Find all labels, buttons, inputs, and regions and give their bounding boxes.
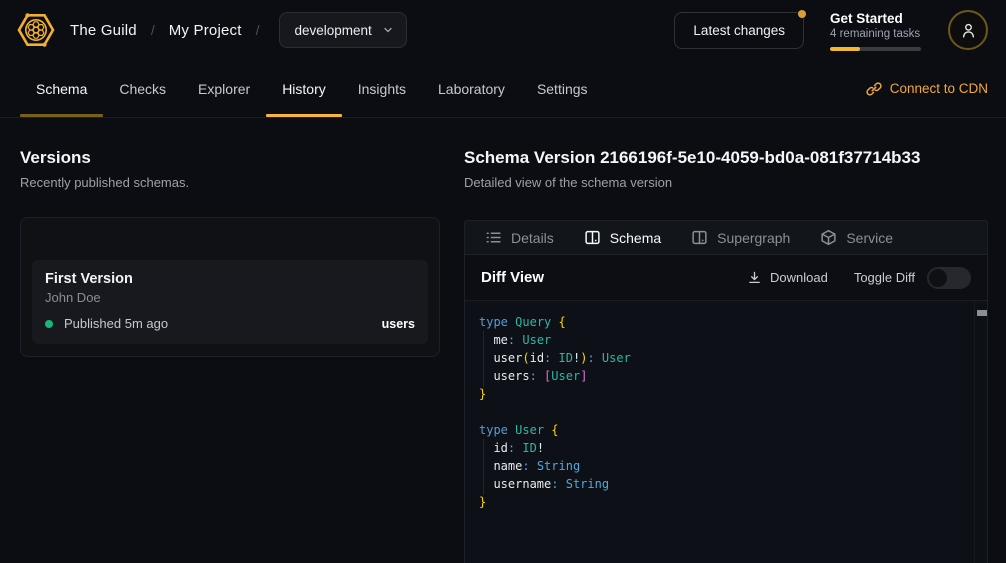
download-button[interactable]: Download	[747, 270, 828, 285]
toggle-diff-control: Toggle Diff	[854, 267, 971, 289]
top-bar: The Guild / My Project / development Lat…	[0, 0, 1006, 60]
get-started-title: Get Started	[830, 10, 922, 27]
published-status-dot	[45, 320, 53, 328]
notification-dot	[798, 10, 806, 18]
schema-version-column: Schema Version 2166196f-5e10-4059-bd0a-0…	[463, 118, 1006, 563]
tab-supergraph-label: Supergraph	[717, 230, 790, 246]
toggle-diff-label: Toggle Diff	[854, 270, 915, 285]
tab-schema[interactable]: Schema	[20, 60, 103, 117]
versions-column: Versions Recently published schemas. Fir…	[0, 118, 463, 563]
nav-tabs: Schema Checks Explorer History Insights …	[20, 60, 604, 117]
switch-knob	[929, 269, 947, 287]
schema-version-subtitle: Detailed view of the schema version	[464, 175, 988, 190]
breadcrumb-separator: /	[151, 22, 155, 38]
hive-logo-icon[interactable]	[16, 10, 56, 50]
diff-view-actions: Download Toggle Diff	[747, 267, 971, 289]
project-breadcrumb[interactable]: My Project	[169, 22, 242, 39]
primary-nav: Schema Checks Explorer History Insights …	[0, 60, 1006, 118]
breadcrumb-separator: /	[256, 22, 260, 38]
breadcrumb: The Guild / My Project / development	[16, 10, 407, 50]
version-list-item[interactable]: First Version John Doe Published 5m ago …	[32, 260, 428, 344]
tab-service[interactable]: Service	[820, 229, 893, 246]
get-started-widget[interactable]: Get Started 4 remaining tasks	[830, 10, 922, 51]
version-meta-row: Published 5m ago users	[45, 316, 415, 331]
scrollbar-thumb[interactable]	[977, 310, 987, 316]
target-selector-value: development	[294, 23, 371, 38]
versions-list-card: First Version John Doe Published 5m ago …	[20, 217, 440, 357]
org-breadcrumb[interactable]: The Guild	[70, 22, 137, 39]
versions-subtitle: Recently published schemas.	[20, 175, 440, 190]
get-started-progress-bar	[830, 47, 921, 51]
tab-insights[interactable]: Insights	[342, 60, 422, 117]
columns-icon	[584, 229, 601, 246]
version-title: First Version	[45, 271, 415, 287]
cube-icon	[820, 229, 837, 246]
tab-laboratory[interactable]: Laboratory	[422, 60, 521, 117]
indent-guide	[483, 439, 484, 495]
tab-explorer[interactable]: Explorer	[182, 60, 266, 117]
connect-to-cdn-button[interactable]: Connect to CDN	[866, 60, 988, 117]
latest-changes-button[interactable]: Latest changes	[674, 12, 804, 49]
download-icon	[747, 270, 762, 285]
tab-schema-view[interactable]: Schema	[584, 229, 661, 246]
tab-history[interactable]: History	[266, 60, 342, 117]
main-content: Versions Recently published schemas. Fir…	[0, 118, 1006, 563]
progress-fill	[830, 47, 860, 51]
indent-guide	[483, 331, 484, 387]
connect-to-cdn-label: Connect to CDN	[890, 81, 988, 96]
diff-view-header: Diff View Download Toggle Diff	[465, 255, 987, 301]
tab-details-label: Details	[511, 230, 554, 246]
target-selector[interactable]: development	[279, 12, 406, 48]
link-icon	[866, 81, 882, 97]
top-bar-right: Latest changes Get Started 4 remaining t…	[674, 10, 988, 51]
tab-settings[interactable]: Settings	[521, 60, 604, 117]
version-status: Published 5m ago	[64, 316, 168, 331]
version-service-name: users	[382, 317, 415, 331]
toggle-diff-switch[interactable]	[927, 267, 971, 289]
chevron-down-icon	[382, 24, 394, 36]
code-block: type Query { me: User user(id: ID!): Use…	[479, 313, 973, 511]
versions-title: Versions	[20, 147, 440, 168]
app-window: The Guild / My Project / development Lat…	[0, 0, 1006, 563]
tab-checks[interactable]: Checks	[103, 60, 182, 117]
code-scrollbar[interactable]	[974, 301, 987, 563]
diff-view-title: Diff View	[481, 269, 544, 286]
person-icon	[960, 22, 977, 39]
columns-icon	[691, 229, 708, 246]
tab-details[interactable]: Details	[485, 229, 554, 246]
tab-supergraph[interactable]: Supergraph	[691, 229, 790, 246]
get-started-subtitle: 4 remaining tasks	[830, 27, 922, 42]
download-label: Download	[770, 270, 828, 285]
schema-code-viewer[interactable]: type Query { me: User user(id: ID!): Use…	[465, 301, 987, 563]
user-avatar[interactable]	[948, 10, 988, 50]
panel-tabs: Details Schema	[465, 221, 987, 255]
tab-service-label: Service	[846, 230, 893, 246]
schema-version-panel: Details Schema	[464, 220, 988, 563]
schema-version-title: Schema Version 2166196f-5e10-4059-bd0a-0…	[464, 147, 988, 168]
tab-schema-view-label: Schema	[610, 230, 661, 246]
list-icon	[485, 229, 502, 246]
version-author: John Doe	[45, 290, 415, 305]
